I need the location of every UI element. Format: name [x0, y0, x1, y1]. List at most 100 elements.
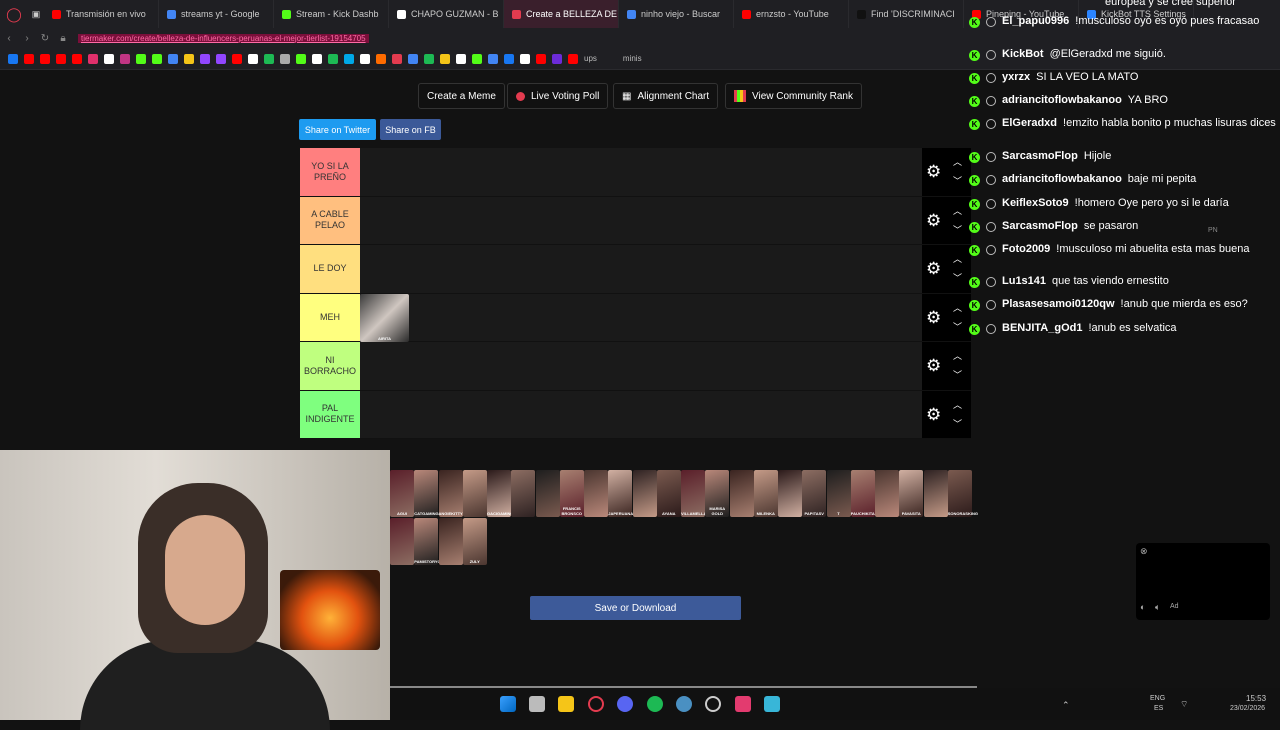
pool-item[interactable]: ZULY	[462, 518, 487, 565]
live-voting-poll-button[interactable]: Live Voting Poll	[507, 83, 609, 109]
pool-item[interactable]	[390, 518, 414, 565]
tier-label[interactable]: PAL INDIGENTE	[300, 390, 360, 438]
chat-username[interactable]: KickBot	[1002, 48, 1044, 61]
browser-tab[interactable]: Transmisión en vivo	[44, 0, 159, 28]
wifi-icon[interactable]: ⌔	[1180, 699, 1188, 710]
spotify-icon[interactable]	[647, 696, 663, 712]
bookmark-minis[interactable]: minis	[623, 54, 642, 63]
chevron-up-icon[interactable]: ︿	[953, 204, 962, 217]
bookmark-ups[interactable]: ups	[584, 54, 597, 63]
close-icon[interactable]: ⊗	[1140, 546, 1148, 557]
chat-username[interactable]: El_papu0996	[1002, 15, 1069, 28]
bookmark-icon[interactable]	[424, 53, 434, 64]
pool-item[interactable]: PAPITASV	[802, 470, 827, 517]
pool-item[interactable]: VILLAMELLA	[681, 470, 706, 517]
bookmark-icon[interactable]	[8, 53, 18, 64]
tier-label[interactable]: LE DOY	[300, 245, 360, 293]
bookmark-icon[interactable]	[408, 53, 418, 64]
chevron-down-icon[interactable]: ﹀	[953, 320, 962, 333]
bookmark-icon[interactable]	[136, 53, 146, 64]
pool-item[interactable]: MARISA GOLD	[705, 470, 730, 517]
chat-username[interactable]: yxrzx	[1002, 71, 1030, 84]
chevron-down-icon[interactable]: ﹀	[953, 417, 962, 430]
bookmark-icon[interactable]	[280, 53, 290, 64]
share-twitter-button[interactable]: Share on Twitter	[299, 119, 376, 140]
clock-time[interactable]: 15:53	[1246, 694, 1266, 703]
bookmark-icon[interactable]	[568, 53, 578, 64]
save-download-button[interactable]: Save or Download	[530, 596, 741, 620]
bookmark-icon[interactable]	[232, 53, 242, 64]
chat-username[interactable]: Foto2009	[1002, 243, 1050, 256]
bookmark-icon[interactable]	[168, 53, 178, 64]
url-field[interactable]: tiermaker.com/create/belleza-de-influenc…	[78, 33, 369, 43]
bookmark-icon[interactable]	[152, 53, 162, 64]
windows-start-icon[interactable]	[500, 696, 516, 712]
pool-item[interactable]	[729, 470, 754, 517]
chevron-up-icon[interactable]: ︿	[953, 301, 962, 314]
pool-item[interactable]	[438, 518, 463, 565]
pool-item[interactable]	[632, 470, 657, 517]
opera-icon[interactable]: ◯	[0, 6, 28, 23]
chat-username[interactable]: adriancitoflowbakanoo	[1002, 173, 1122, 186]
bookmark-icon[interactable]	[264, 53, 274, 64]
bookmark-icon[interactable]	[72, 53, 82, 64]
tier-drop-zone[interactable]	[360, 245, 922, 293]
volume-icon[interactable]: 🔈︎	[1155, 602, 1160, 613]
pool-item[interactable]	[511, 470, 536, 517]
share-fb-button[interactable]: Share on FB	[380, 119, 441, 140]
pool-item[interactable]: JAPERUANA	[608, 470, 633, 517]
gear-icon[interactable]: ⚙	[926, 260, 944, 278]
browser-tab[interactable]: Create a BELLEZA DE INF	[504, 0, 619, 28]
pool-item[interactable]: AYANA	[656, 470, 681, 517]
bookmark-icon[interactable]	[312, 53, 322, 64]
lang-label[interactable]: ENG	[1150, 695, 1165, 702]
bookmark-icon[interactable]	[552, 53, 562, 64]
pool-item[interactable]: GACIGAMING	[487, 470, 513, 517]
browser-tab[interactable]: ninho viejo - Buscar	[619, 0, 734, 28]
chevron-down-icon[interactable]: ﹀	[953, 223, 962, 236]
chevron-up-icon[interactable]: ︿	[953, 349, 962, 362]
bookmark-icon[interactable]	[40, 53, 50, 64]
pool-item[interactable]: SONORASKING	[947, 470, 978, 517]
back-icon[interactable]: ‹	[0, 33, 18, 44]
pip-icon[interactable]: ◐	[1140, 602, 1145, 612]
bookmark-icon[interactable]	[120, 53, 130, 64]
chevron-down-icon[interactable]: ﹀	[953, 174, 962, 187]
tier-item[interactable]: AIRITA	[360, 293, 409, 342]
chat-username[interactable]: KeiflexSoto9	[1002, 197, 1069, 210]
bookmark-icon[interactable]	[216, 53, 226, 64]
gear-icon[interactable]: ⚙	[926, 308, 944, 327]
pool-item[interactable]	[875, 470, 899, 517]
tier-drop-zone[interactable]	[360, 148, 922, 196]
bookmark-icon[interactable]	[536, 53, 546, 64]
clock-date[interactable]: 23/02/2026	[1230, 705, 1265, 712]
bookmark-icon[interactable]	[296, 53, 306, 64]
bookmark-icon[interactable]	[24, 53, 34, 64]
tier-drop-zone[interactable]	[360, 342, 922, 390]
tier-label[interactable]: YO SI LA PREÑO	[300, 148, 360, 196]
alignment-chart-button[interactable]: ▦ Alignment Chart	[613, 83, 719, 109]
tier-drop-zone[interactable]: AIRITA	[360, 293, 922, 342]
pool-item[interactable]: AGUI	[390, 470, 414, 517]
browser-tab[interactable]: streams yt - Google	[159, 0, 274, 28]
chevron-down-icon[interactable]: ﹀	[953, 271, 962, 284]
tier-drop-zone[interactable]	[360, 390, 922, 438]
pool-item[interactable]	[923, 470, 948, 517]
bookmark-icon[interactable]	[328, 53, 338, 64]
browser-tab[interactable]: CHAPO GUZMAN - B	[389, 0, 504, 28]
chat-username[interactable]: SarcasmoFlop	[1002, 150, 1078, 163]
file-explorer-icon[interactable]	[558, 696, 574, 712]
chat-username[interactable]: SarcasmoFlop	[1002, 220, 1078, 233]
bookmark-icon[interactable]	[88, 53, 98, 64]
gear-icon[interactable]: ⚙	[926, 211, 944, 230]
pool-item[interactable]: PAMISTORYONT	[414, 518, 446, 565]
pool-item[interactable]: PAUCHIKITA	[850, 470, 875, 517]
bookmark-icon[interactable]	[248, 53, 258, 64]
browser-icon[interactable]	[676, 696, 692, 712]
forward-icon[interactable]: ›	[18, 33, 36, 44]
bookmark-icon[interactable]	[200, 53, 210, 64]
bookmark-icon[interactable]	[360, 53, 370, 64]
tab-list-icon[interactable]: ▣	[28, 9, 44, 20]
tier-drop-zone[interactable]	[360, 196, 922, 244]
bookmark-icon[interactable]	[344, 53, 354, 64]
